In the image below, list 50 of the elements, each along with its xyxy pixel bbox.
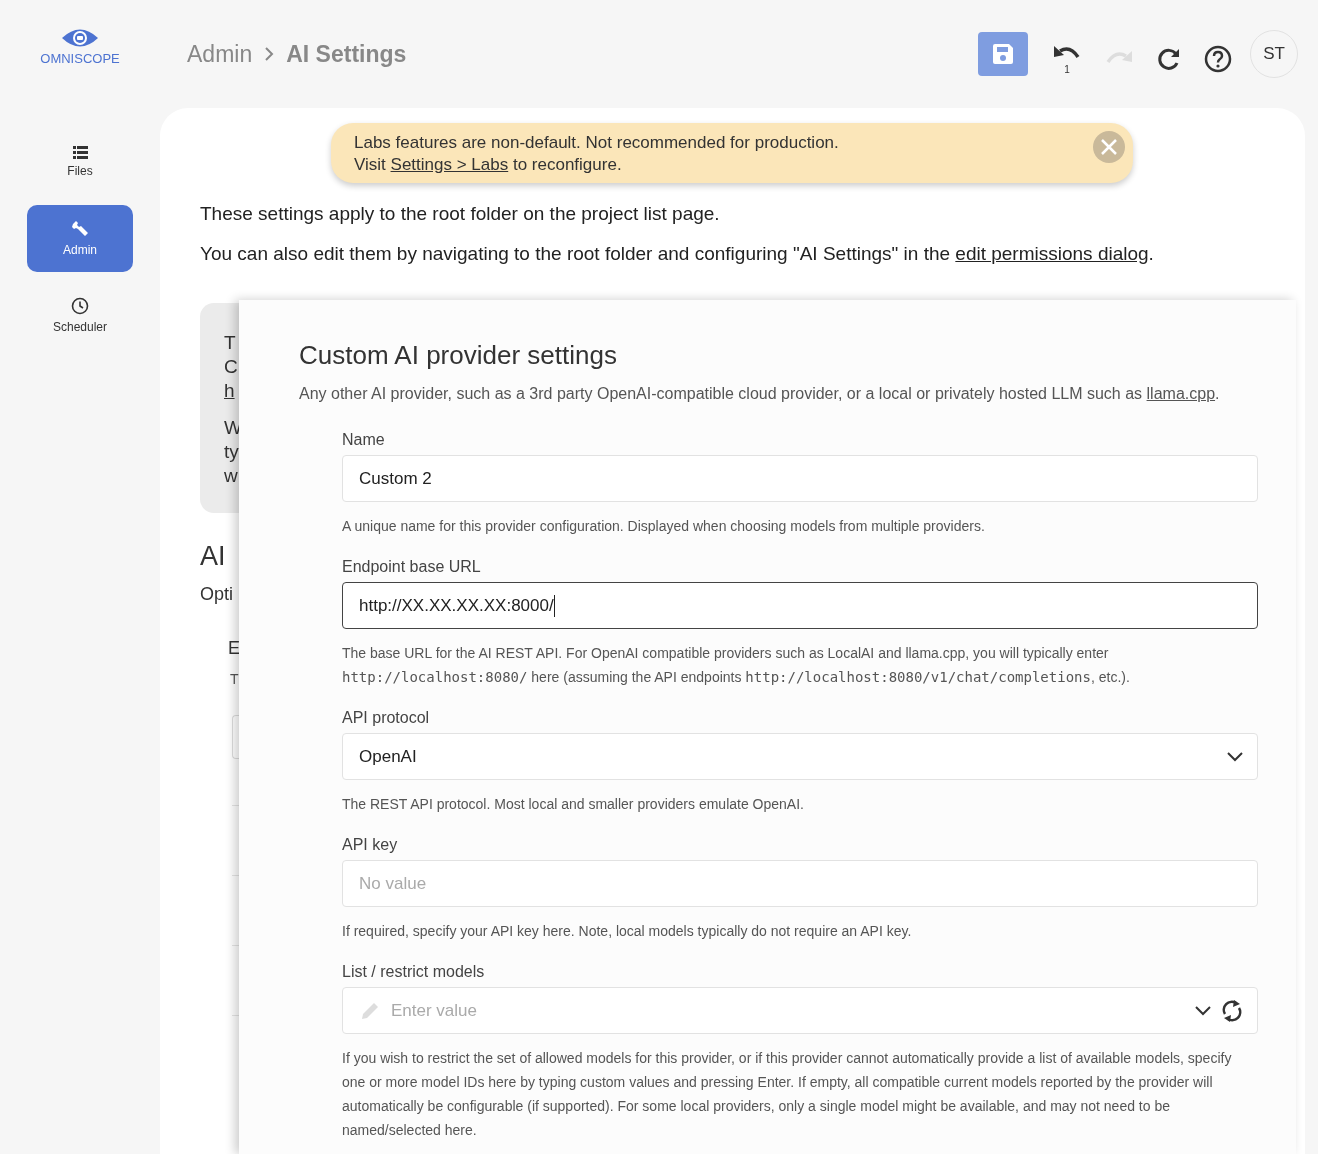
notice-text: C (224, 355, 238, 379)
intro-text: These settings apply to the root folder on the project list page. (200, 203, 721, 225)
notice-text: ty (224, 440, 239, 464)
banner-text: Visit Settings > Labs to reconfigure. (354, 155, 623, 175)
help-text: A unique name for this provider configuration. Displayed when choosing models from multiple providers. (342, 517, 986, 536)
section-text: Opti (200, 584, 233, 605)
dropdown[interactable]: OpenAI (342, 733, 1258, 780)
panel-title: Custom AI provider settings (299, 340, 618, 371)
help-text: If you wish to restrict the set of allowed models for this provider, or if this provider cannot automatically provide a list of available models, specify one or more model IDs here by typing custom values and pressing Enter. If empty, all compatible current models reported by the provider will automatically be configurable (if supported). For some local providers, only a single model might be available, and may not need to be named/selected here. (342, 1049, 1233, 1140)
field-label: Endpoint base URL (342, 558, 482, 576)
chevron-down-icon (1195, 1005, 1211, 1016)
sidebar-item[interactable]: Files (27, 128, 133, 195)
text-field[interactable]: http://XX.XX.XX.XX:8000/ (342, 582, 1258, 629)
help-text: The base URL for the AI REST API. For OpenAI compatible providers such as LocalAI and llama.cpp, you will typically enter http://localhost:8080/ here (assuming the API endpoints http://localhost:8080/v1/chat/completions, etc.). (342, 644, 1131, 687)
sidebar-item[interactable]: Scheduler (27, 282, 133, 349)
field-label: List / restrict models (342, 963, 486, 981)
refresh-icon (1156, 46, 1182, 72)
logo-text: OMNISCOPE (40, 51, 120, 66)
help-icon (1204, 45, 1232, 73)
close-icon (1100, 138, 1118, 156)
save-button[interactable] (978, 32, 1028, 76)
user-avatar[interactable]: ST (1250, 30, 1298, 78)
wrench-icon (71, 220, 89, 238)
permissions-link[interactable]: edit permissions dialog (955, 243, 1149, 264)
field-label: API protocol (342, 709, 431, 727)
undo-button[interactable]: 1 (1048, 33, 1086, 75)
sidebar-item[interactable]: Admin (27, 205, 133, 272)
panel-description: Any other AI provider, such as a 3rd party OpenAI-compatible cloud provider, or a local or privately hosted LLM such as llama.cpp. (299, 384, 1221, 404)
section-title: AI (200, 541, 226, 572)
notice-text: w (224, 464, 238, 488)
clock-icon (71, 297, 89, 315)
refresh-icon[interactable] (1221, 998, 1243, 1023)
help-text: The REST API protocol. Most local and smaller providers emulate OpenAI. (342, 795, 805, 814)
notice-link[interactable]: h (224, 379, 235, 403)
text-field[interactable]: Custom 2 (342, 455, 1258, 502)
chevron-right-icon (264, 46, 275, 62)
field-hint: T (230, 671, 239, 687)
intro-text: You can also edit them by navigating to the root folder and configuring "AI Settings" in the edit permissions dialog. (200, 243, 1155, 265)
eye-logo-icon (60, 27, 100, 49)
chevron-down-icon (1227, 751, 1243, 762)
page-title: AI Settings (286, 40, 407, 68)
field-label: API key (342, 836, 399, 854)
banner-text: Labs features are non-default. Not recommended for production. (354, 133, 839, 153)
settings-link[interactable]: Settings > Labs (390, 155, 509, 174)
field-label: Name (342, 431, 386, 449)
notice-text: T (224, 331, 236, 355)
list-icon (72, 145, 88, 159)
help-text: If required, specify your API key here. Note, local models typically do not require an API key. (342, 922, 913, 941)
field-label: E (228, 638, 240, 659)
close-button[interactable] (1093, 131, 1125, 163)
